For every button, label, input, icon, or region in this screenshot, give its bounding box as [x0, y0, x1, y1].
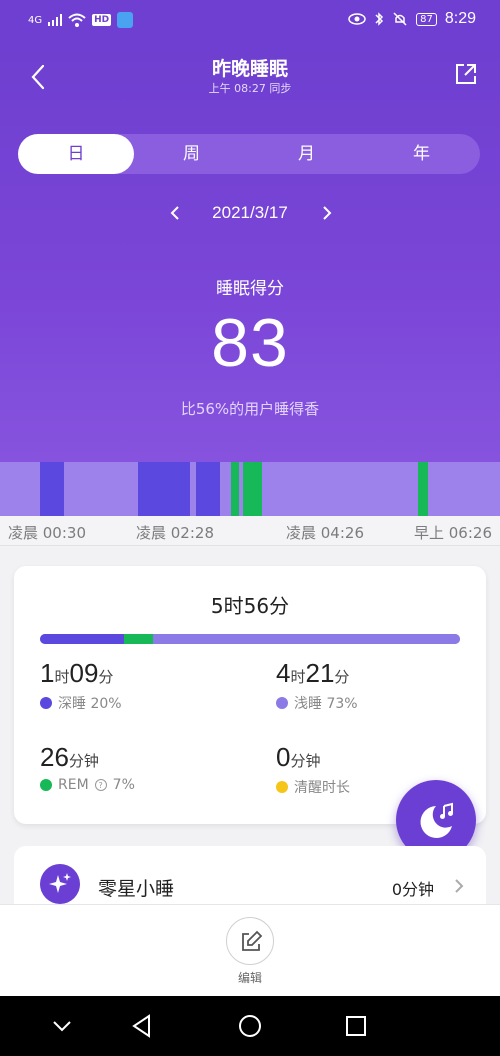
minute-unit: 分钟 [290, 752, 321, 770]
tab-month[interactable]: 月 [249, 134, 364, 174]
deep-sleep-segment [40, 462, 64, 516]
hd-icon: HD [92, 14, 112, 26]
rem-dot-icon [40, 779, 52, 791]
rem-minutes: 26 [40, 742, 69, 772]
minute-unit: 分 [98, 668, 114, 686]
awake-dot-icon [276, 781, 288, 793]
edit-button[interactable] [226, 917, 274, 965]
time-tick: 凌晨 02:28 [136, 524, 214, 542]
rem-percent: 7% [112, 777, 135, 793]
time-axis: 凌晨 00:30 凌晨 02:28 凌晨 04:26 早上 06:26 [0, 516, 500, 546]
awake-minutes: 0 [276, 742, 291, 772]
rem-segment [418, 462, 428, 516]
nap-label: 零星小睡 [98, 878, 175, 900]
system-nav-bar [0, 996, 500, 1056]
light-dot-icon [276, 697, 288, 709]
wifi-icon [68, 13, 86, 27]
help-icon[interactable]: ? [94, 779, 107, 791]
back-triangle-icon[interactable] [126, 1010, 158, 1042]
rem-segment [231, 462, 239, 516]
minute-unit: 分 [334, 668, 350, 686]
cellular-icon [48, 14, 63, 26]
date-selector: 2021/3/17 [0, 198, 500, 228]
awake-stat: 0分钟 清醒时长 [276, 742, 350, 797]
deep-sleep-stat: 1时09分 深睡 20% [40, 658, 122, 713]
page-title: 昨晚睡眠 [211, 58, 288, 80]
hour-unit: 时 [290, 668, 306, 686]
time-tick: 凌晨 00:30 [8, 524, 86, 542]
hour-unit: 时 [54, 668, 70, 686]
time-tick: 早上 06:26 [414, 524, 492, 542]
deep-sleep-segment [138, 462, 190, 516]
awake-label: 清醒时长 [294, 780, 350, 796]
deep-minutes: 09 [69, 658, 99, 688]
sleep-timeline[interactable] [0, 462, 500, 516]
bluetooth-icon [375, 12, 384, 26]
total-sleep-duration: 5时56分 [210, 594, 290, 618]
eye-icon [348, 13, 366, 25]
deep-bar-segment [40, 634, 124, 644]
share-icon[interactable] [454, 62, 478, 86]
chevron-down-icon[interactable] [46, 1010, 78, 1042]
chevron-right-icon [455, 879, 464, 893]
bottom-action-bar: 编辑 [0, 904, 500, 996]
home-circle-icon[interactable] [234, 1010, 266, 1042]
deep-dot-icon [40, 697, 52, 709]
battery-icon: 87 [416, 12, 437, 26]
score-value: 83 [211, 305, 289, 381]
deep-hours: 1 [40, 658, 55, 688]
time-tick: 凌晨 04:26 [286, 524, 364, 542]
edit-icon [242, 930, 263, 951]
deep-label: 深睡 20% [58, 696, 122, 712]
rem-segment [243, 462, 262, 516]
rem-stat: 26分钟 REM? 7% [40, 742, 135, 793]
rem-label: REM [58, 777, 89, 793]
status-bar: 4G HD 87 8:29 [0, 0, 500, 42]
tab-year[interactable]: 年 [364, 134, 479, 174]
tab-day[interactable]: 日 [18, 134, 134, 174]
chevron-left-icon[interactable] [160, 198, 190, 228]
edit-label: 编辑 [237, 971, 262, 985]
period-tabs: 日 周 月 年 [18, 134, 480, 174]
app-notification-icon [117, 12, 134, 28]
sparkle-icon [40, 864, 80, 904]
clock: 8:29 [444, 10, 476, 27]
tab-week[interactable]: 周 [134, 134, 249, 174]
sleep-distribution-bar [40, 634, 460, 644]
nap-value: 0分钟 [391, 880, 434, 899]
sync-time: 上午 08:27 同步 [208, 82, 292, 95]
light-bar-segment [153, 634, 460, 644]
signal-icon: 4G [28, 14, 43, 26]
recents-square-icon[interactable] [340, 1010, 372, 1042]
rem-bar-segment [124, 634, 154, 644]
minute-unit: 分钟 [68, 752, 99, 770]
chevron-right-icon[interactable] [312, 198, 342, 228]
light-hours: 4 [276, 658, 291, 688]
score-label: 睡眠得分 [216, 279, 284, 299]
mute-icon [393, 12, 407, 26]
light-minutes: 21 [305, 658, 335, 688]
deep-sleep-segment [196, 462, 220, 516]
light-sleep-stat: 4时21分 浅睡 73% [276, 658, 358, 713]
score-comparison: 比56%的用户睡得香 [180, 400, 320, 418]
sleep-header: 昨晚睡眠 上午 08:27 同步 日 周 月 年 2021/3/17 睡眠得分 … [0, 42, 500, 462]
current-date: 2021/3/17 [212, 203, 288, 222]
light-label: 浅睡 73% [294, 696, 358, 712]
